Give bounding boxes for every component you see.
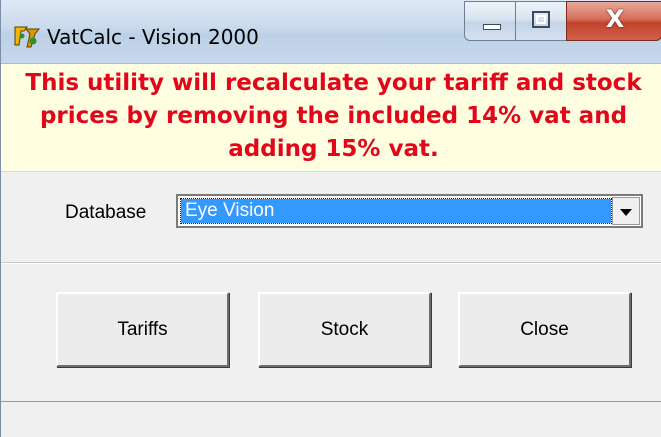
divider [1, 262, 661, 264]
window-title: VatCalc - Vision 2000 [47, 25, 259, 49]
app-logo-icon [14, 26, 40, 48]
window-close-button[interactable]: X [566, 1, 661, 41]
info-banner: This utility will recalculate your tarif… [1, 64, 661, 172]
database-selected-value: Eye Vision [180, 198, 612, 224]
database-dropdown-button[interactable] [612, 197, 640, 225]
app-window: VatCalc - Vision 2000 X This utility wil… [0, 0, 661, 437]
status-bar [1, 401, 661, 437]
maximize-icon [532, 11, 550, 28]
database-select[interactable]: Eye Vision [176, 194, 643, 228]
close-button[interactable]: Close [458, 292, 631, 367]
maximize-button[interactable] [515, 1, 567, 41]
banner-message: This utility will recalculate your tarif… [25, 70, 642, 162]
stock-button[interactable]: Stock [258, 292, 431, 367]
database-label: Database [65, 202, 147, 223]
title-bar[interactable]: VatCalc - Vision 2000 X [1, 0, 661, 64]
minimize-icon [483, 24, 501, 30]
minimize-button[interactable] [464, 1, 516, 41]
tariffs-button[interactable]: Tariffs [56, 292, 229, 367]
close-icon: X [605, 5, 625, 33]
